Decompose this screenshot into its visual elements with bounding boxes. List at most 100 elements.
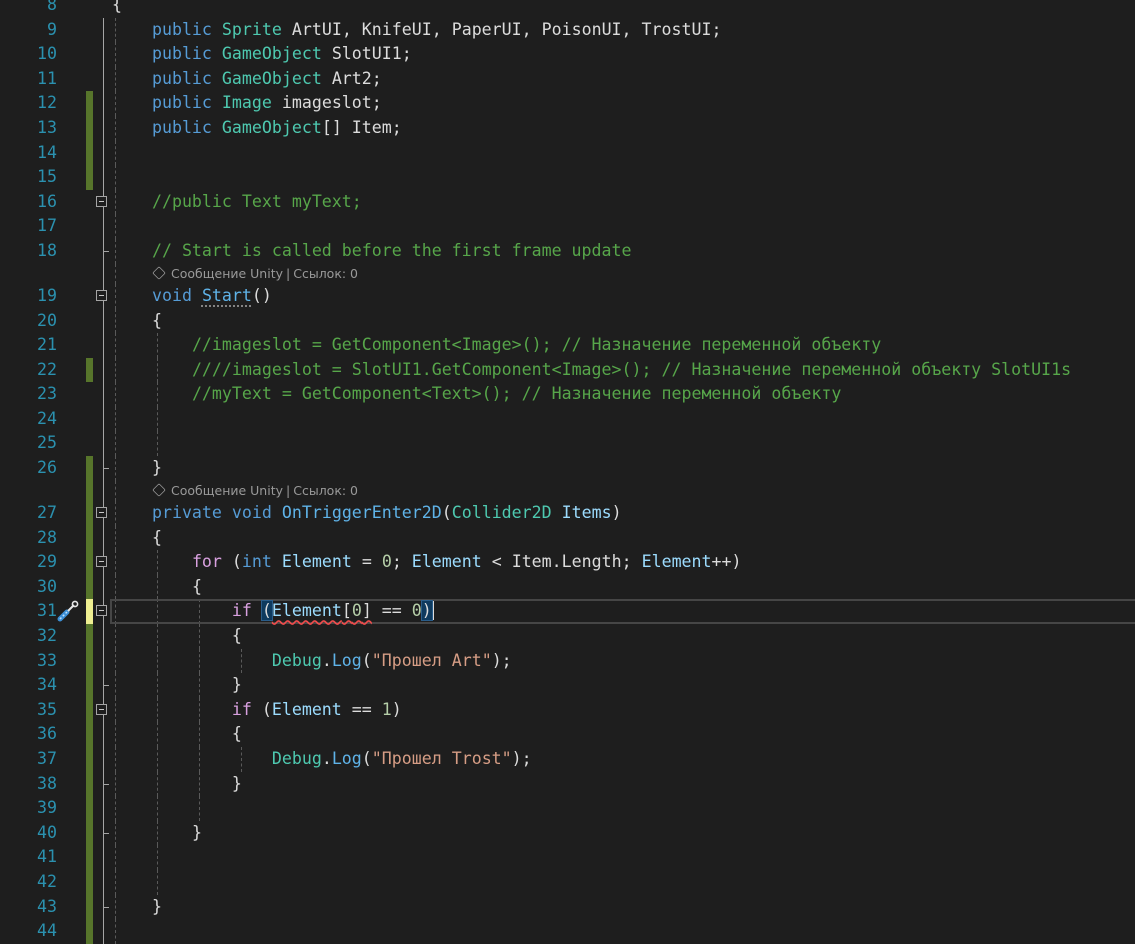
code-text[interactable]: if (Element[0] == 0) — [112, 599, 434, 624]
code-line[interactable]: 33 Debug.Log("Прошел Art"); — [0, 648, 1135, 674]
code-line[interactable]: 44 — [0, 919, 1135, 944]
code-line[interactable]: 28 { — [0, 525, 1135, 551]
code-line[interactable]: 26 } — [0, 456, 1135, 481]
code-text[interactable]: ////imageslot = SlotUI1.GetComponent<Ima… — [112, 358, 1071, 383]
code-line[interactable]: 10 public GameObject SlotUI1; — [0, 42, 1135, 67]
saved-change-marker — [86, 91, 93, 116]
code-text[interactable]: Debug.Log("Прошел Art"); — [112, 649, 512, 674]
code-line[interactable]: 17 — [0, 214, 1135, 239]
code-text[interactable]: //imageslot = GetComponent<Image>(); // … — [112, 333, 881, 358]
outline-line — [103, 869, 104, 895]
code-text[interactable]: { — [112, 575, 202, 600]
code-line[interactable]: 21 //imageslot = GetComponent<Image>(); … — [0, 333, 1135, 358]
collapse-icon[interactable] — [96, 289, 107, 301]
code-line[interactable]: 19 void Start() — [0, 283, 1135, 309]
code-text[interactable]: } — [112, 895, 162, 920]
code-token: ) — [611, 503, 622, 523]
code-text[interactable]: { — [112, 722, 242, 747]
codelens-row[interactable]: Сообщение Unity | Ссылок: 0 — [0, 263, 1135, 284]
code-text[interactable]: public Image imageslot; — [112, 91, 382, 116]
code-line[interactable]: 14 — [0, 140, 1135, 166]
code-text[interactable]: //myText = GetComponent<Text>(); // Назн… — [112, 382, 841, 407]
code-line[interactable]: 20 { — [0, 308, 1135, 334]
code-line[interactable]: 42 — [0, 869, 1135, 895]
code-text[interactable]: } — [112, 821, 202, 846]
code-text[interactable]: public Sprite ArtUI, KnifeUI, PaperUI, P… — [112, 18, 721, 43]
code-line[interactable]: 35 if (Element == 1) — [0, 697, 1135, 723]
code-line[interactable]: 24 — [0, 406, 1135, 432]
code-line[interactable]: 22 ////imageslot = SlotUI1.GetComponent<… — [0, 357, 1135, 383]
codelens-unity-message[interactable]: Сообщение Unity — [171, 266, 283, 281]
code-text[interactable]: } — [112, 772, 242, 797]
code-line[interactable]: 30 { — [0, 574, 1135, 600]
code-line[interactable]: 40 } — [0, 820, 1135, 846]
code-text[interactable]: { — [112, 526, 162, 551]
code-text[interactable]: { — [112, 0, 122, 18]
code-text[interactable]: // Start is called before the first fram… — [112, 239, 632, 264]
code-line[interactable]: 29 for (int Element = 0; Element < Item.… — [0, 550, 1135, 575]
collapse-icon[interactable] — [96, 507, 107, 519]
code-token: ) — [420, 600, 433, 622]
codelens-row[interactable]: Сообщение Unity | Ссылок: 0 — [0, 480, 1135, 502]
code-line[interactable]: 8{ — [0, 0, 1135, 18]
code-text[interactable] — [112, 796, 232, 821]
code-line[interactable]: 31 if (Element[0] == 0) — [0, 599, 1135, 625]
code-text[interactable] — [112, 845, 192, 870]
collapse-icon[interactable] — [96, 195, 107, 207]
code-line[interactable]: 15 — [0, 165, 1135, 190]
code-token: ) — [391, 699, 402, 719]
code-text[interactable] — [112, 431, 192, 456]
code-line[interactable]: 36 { — [0, 722, 1135, 747]
code-text[interactable] — [112, 165, 152, 190]
code-text[interactable] — [112, 214, 152, 239]
code-text[interactable]: Debug.Log("Прошел Trost"); — [112, 747, 532, 772]
code-text[interactable]: public GameObject SlotUI1; — [112, 42, 412, 67]
code-text[interactable]: //public Text myText; — [112, 190, 362, 215]
code-text[interactable] — [112, 919, 152, 944]
code-text[interactable] — [112, 870, 192, 895]
codelens-unity-message[interactable]: Сообщение Unity — [171, 483, 283, 498]
collapse-icon[interactable] — [96, 605, 107, 617]
code-text[interactable]: } — [112, 456, 162, 481]
code-token: { — [151, 527, 162, 547]
code-line[interactable]: 23 //myText = GetComponent<Text>(); // Н… — [0, 382, 1135, 407]
code-line[interactable]: 34 } — [0, 673, 1135, 698]
code-text[interactable] — [112, 141, 152, 166]
code-line[interactable]: 43 } — [0, 894, 1135, 920]
collapse-icon[interactable] — [96, 556, 107, 568]
code-line[interactable]: 39 — [0, 796, 1135, 821]
code-line[interactable]: 27 private void OnTriggerEnter2D(Collide… — [0, 501, 1135, 526]
code-line[interactable]: 37 Debug.Log("Прошел Trost"); — [0, 747, 1135, 772]
code-text[interactable]: public GameObject Art2; — [112, 67, 382, 92]
code-line[interactable]: 41 — [0, 845, 1135, 870]
code-editor[interactable]: 8{9 public Sprite ArtUI, KnifeUI, PaperU… — [0, 0, 1135, 944]
code-line[interactable]: 38 } — [0, 771, 1135, 797]
code-line[interactable]: 11 public GameObject Art2; — [0, 66, 1135, 92]
code-line[interactable]: 18 // Start is called before the first f… — [0, 238, 1135, 264]
code-text[interactable]: { — [112, 624, 242, 649]
code-text[interactable]: { — [112, 309, 162, 334]
code-text[interactable]: void Start() — [112, 284, 272, 309]
code-text[interactable]: public GameObject[] Item; — [112, 116, 402, 141]
collapse-icon[interactable] — [96, 703, 107, 715]
codelens-references[interactable]: Ссылок: 0 — [293, 483, 358, 498]
code-text[interactable] — [112, 407, 192, 432]
codelens-references[interactable]: Ссылок: 0 — [293, 266, 358, 281]
code-text[interactable]: if (Element == 1) — [112, 698, 402, 723]
quick-actions-screwdriver-icon[interactable] — [56, 600, 80, 622]
code-line[interactable]: 9 public Sprite ArtUI, KnifeUI, PaperUI,… — [0, 17, 1135, 43]
code-line[interactable]: 32 { — [0, 624, 1135, 649]
code-text[interactable]: for (int Element = 0; Element < Item.Len… — [112, 550, 742, 575]
code-line[interactable]: 16 //public Text myText; — [0, 189, 1135, 215]
code-text[interactable]: private void OnTriggerEnter2D(Collider2D… — [112, 501, 622, 526]
code-text[interactable]: } — [112, 673, 242, 698]
code-line[interactable]: 25 — [0, 431, 1135, 457]
code-line[interactable]: 13 public GameObject[] Item; — [0, 115, 1135, 141]
code-line[interactable]: 12 public Image imageslot; — [0, 91, 1135, 116]
code-token: public — [151, 93, 212, 113]
